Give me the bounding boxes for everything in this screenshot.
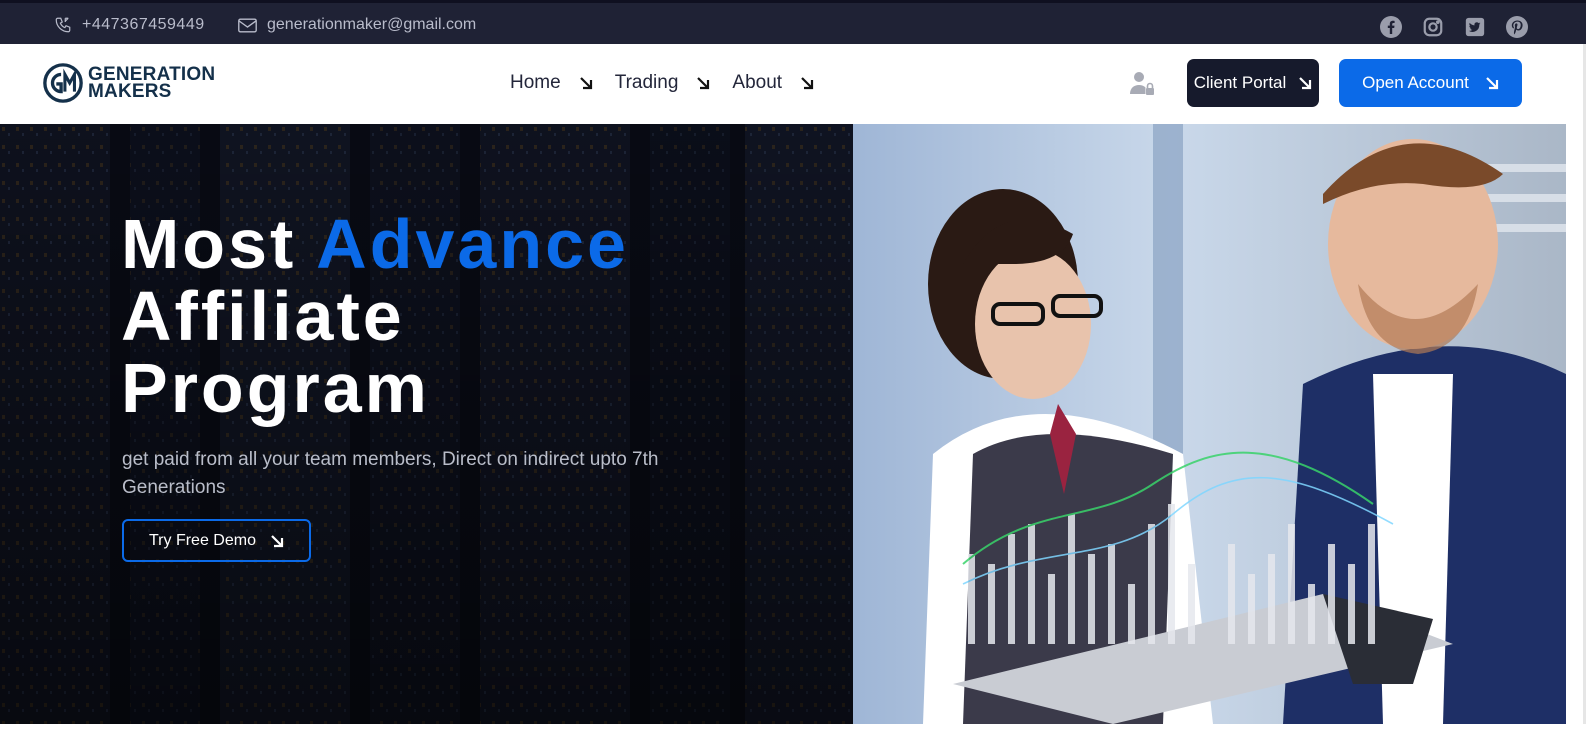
instagram-icon[interactable] xyxy=(1420,14,1446,40)
arrow-down-right-icon xyxy=(801,77,814,90)
nav-item-label: About xyxy=(732,72,783,93)
email-address[interactable]: generationmaker@gmail.com xyxy=(267,16,476,34)
hero-city-background: Most Advance Affiliate Program get paid … xyxy=(0,124,853,724)
phone-contact[interactable]: +447367459449 xyxy=(54,16,205,34)
brand-logo[interactable]: GENERATION MAKERS xyxy=(42,62,215,104)
phone-number[interactable]: +447367459449 xyxy=(82,16,205,34)
email-contact[interactable]: generationmaker@gmail.com xyxy=(238,16,476,34)
client-portal-label: Client Portal xyxy=(1193,73,1287,92)
try-free-demo-label: Try Free Demo xyxy=(149,531,256,549)
nav-item-label: Home xyxy=(510,72,561,93)
nav-item-home[interactable]: Home xyxy=(510,72,593,94)
nav-item-trading[interactable]: Trading xyxy=(615,72,711,94)
open-account-button[interactable]: Open Account xyxy=(1339,59,1522,107)
headline-line-3: Program xyxy=(121,349,430,427)
arrow-down-right-icon xyxy=(697,77,710,90)
business-people-image xyxy=(853,124,1566,724)
hero-business-photo xyxy=(853,124,1566,724)
facebook-icon[interactable] xyxy=(1378,14,1404,40)
social-links xyxy=(1378,14,1530,40)
nav-item-label: Trading xyxy=(614,72,679,93)
twitter-icon[interactable] xyxy=(1462,14,1488,40)
mail-icon xyxy=(238,17,257,33)
headline-line-2: Affiliate xyxy=(121,277,405,355)
arrow-down-right-icon xyxy=(579,77,592,90)
hero-section: Most Advance Affiliate Program get paid … xyxy=(0,124,1566,724)
main-navbar: GENERATION MAKERS Home Trading About Cli… xyxy=(0,44,1586,124)
arrow-down-right-icon xyxy=(1299,77,1312,90)
brand-wordmark: GENERATION MAKERS xyxy=(88,65,215,102)
try-free-demo-button[interactable]: Try Free Demo xyxy=(122,519,311,562)
nav-item-about[interactable]: About xyxy=(732,72,814,94)
open-account-label: Open Account xyxy=(1362,73,1469,92)
arrow-down-right-icon xyxy=(271,534,284,547)
brand-line-2: MAKERS xyxy=(88,81,172,102)
user-lock-icon[interactable] xyxy=(1128,70,1156,98)
hero-subtext: get paid from all your team members, Dir… xyxy=(122,449,659,498)
headline-word-most: Most xyxy=(121,205,297,283)
gm-logo-icon xyxy=(43,63,83,103)
headline-accent: Advance xyxy=(316,205,629,283)
pinterest-icon[interactable] xyxy=(1504,14,1530,40)
nav-menu: Home Trading About xyxy=(510,72,814,94)
client-portal-button[interactable]: Client Portal xyxy=(1187,59,1319,107)
top-bar: +447367459449 generationmaker@gmail.com xyxy=(0,0,1586,44)
page-bottom-edge xyxy=(0,724,1586,743)
phone-icon xyxy=(55,17,71,33)
hero-headline: Most Advance Affiliate Program xyxy=(121,208,629,424)
arrow-down-right-icon xyxy=(1486,77,1499,90)
